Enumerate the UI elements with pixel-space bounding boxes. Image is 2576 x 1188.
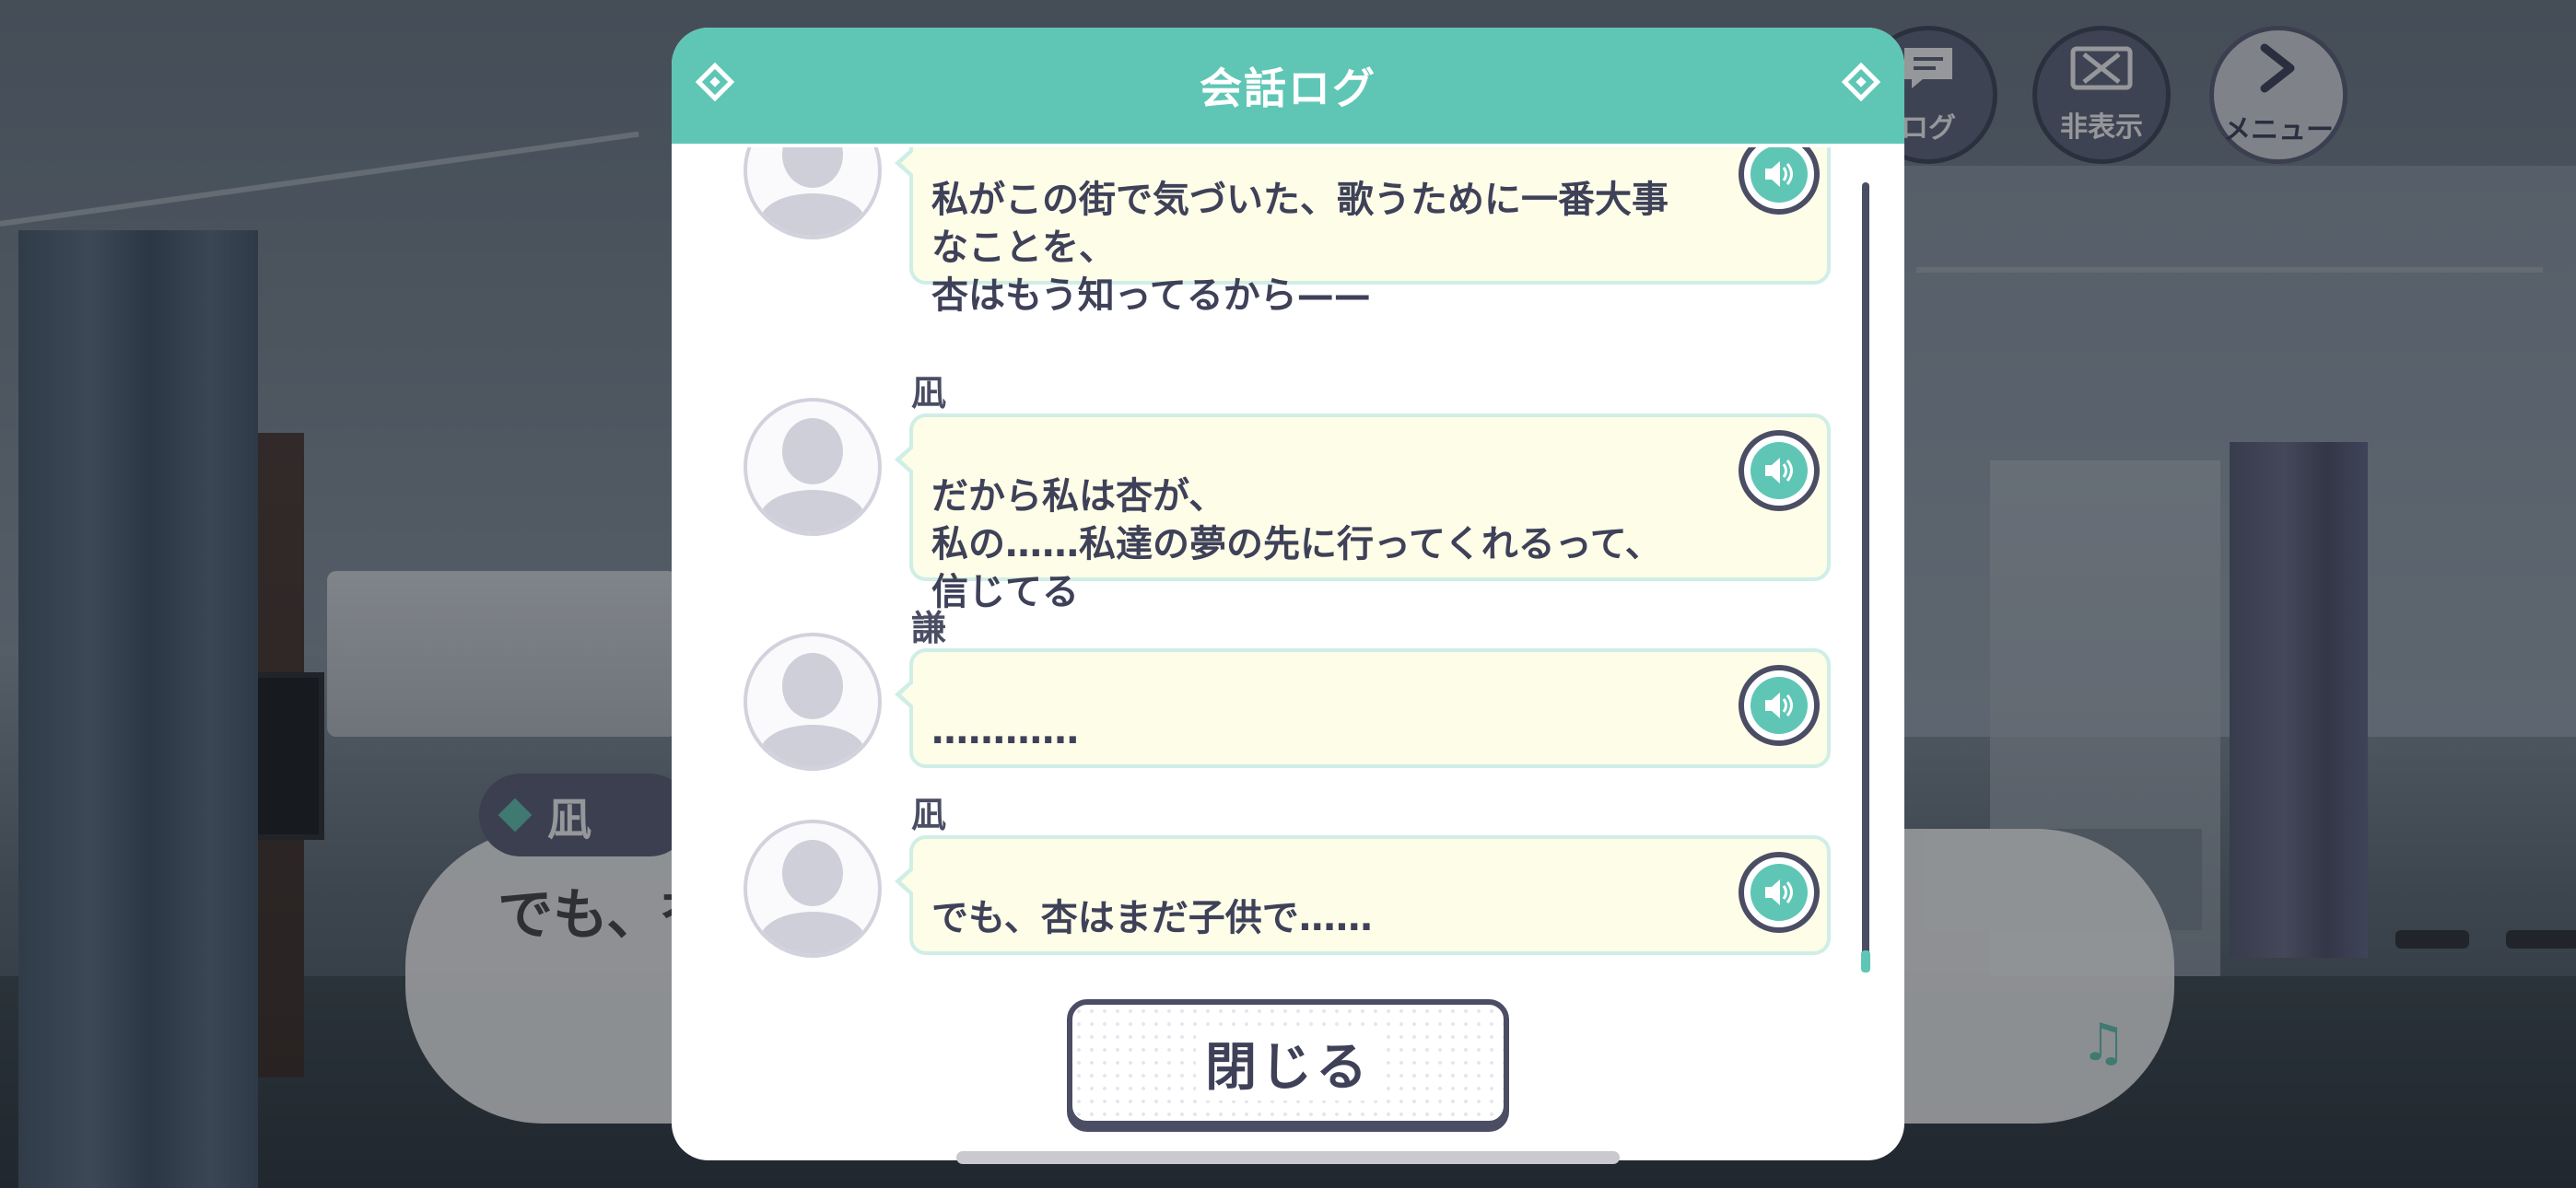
- log-scrollbar[interactable]: [1862, 182, 1869, 973]
- speaker-icon: [1765, 693, 1793, 718]
- log-speaker-name: 謙: [911, 608, 947, 648]
- log-message-text: …………: [931, 710, 1079, 752]
- log-message-bubble: でも、杏はまだ子供で……: [895, 835, 1831, 955]
- avatar: [744, 147, 882, 239]
- voice-play-button[interactable]: [1739, 852, 1820, 933]
- log-scrollbar-thumb[interactable]: [1861, 950, 1870, 973]
- log-message-bubble: …………: [895, 648, 1831, 768]
- speaker-icon: [1765, 458, 1793, 483]
- home-indicator[interactable]: [956, 1151, 1620, 1164]
- log-speaker-name: 凪: [911, 373, 947, 413]
- log-message-text: でも、杏はまだ子供で……: [931, 897, 1373, 939]
- voice-play-button[interactable]: [1739, 147, 1820, 215]
- speaker-icon: [1765, 161, 1793, 187]
- diamond-icon: [695, 62, 735, 102]
- log-speaker-name: 凪: [911, 795, 947, 835]
- log-message-bubble: 私がこの街で気づいた、歌うために一番大事 なことを、 杏はもう知ってるから——: [895, 147, 1831, 317]
- avatar: [744, 820, 882, 958]
- voice-play-button[interactable]: [1739, 665, 1820, 746]
- log-list[interactable]: 私がこの街で気づいた、歌うために一番大事 なことを、 杏はもう知ってるから—— …: [672, 147, 1904, 1004]
- speaker-icon: [1765, 879, 1793, 905]
- log-message-text: だから私は杏が、 私の……私達の夢の先に行ってくれるって、 信じてる: [931, 475, 1662, 613]
- diamond-icon: [1841, 62, 1881, 102]
- close-button-label: 閉じる: [1196, 1025, 1380, 1101]
- modal-title: 会話ログ: [1200, 64, 1376, 113]
- modal-header: 会話ログ: [672, 28, 1904, 144]
- close-button[interactable]: 閉じる: [1067, 999, 1509, 1126]
- avatar: [744, 398, 882, 536]
- log-message-bubble: だから私は杏が、 私の……私達の夢の先に行ってくれるって、 信じてる: [895, 413, 1831, 613]
- avatar: [744, 633, 882, 771]
- conversation-log-modal: 会話ログ 私がこの街で気づいた、歌うために一番大事 なことを、 杏はもう知ってる…: [672, 28, 1904, 1160]
- log-message-text: 私がこの街で気づいた、歌うために一番大事 なことを、 杏はもう知ってるから——: [931, 179, 1669, 317]
- voice-play-button[interactable]: [1739, 430, 1820, 511]
